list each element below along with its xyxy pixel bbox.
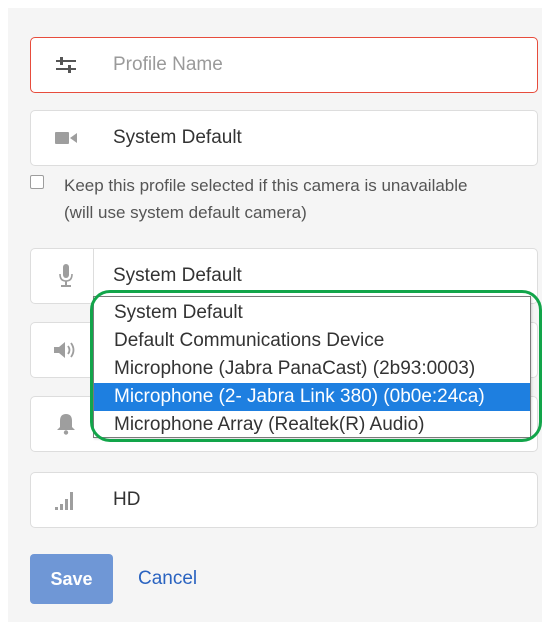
keep-profile-label: Keep this profile selected if this camer… bbox=[64, 172, 468, 226]
keep-profile-label-line2: (will use system default camera) bbox=[64, 203, 307, 222]
sliders-icon bbox=[53, 53, 79, 77]
bell-icon bbox=[53, 412, 79, 436]
microphone-value: System Default bbox=[113, 265, 242, 286]
microphone-option-jabra-panacast[interactable]: Microphone (Jabra PanaCast) (2b93:0003) bbox=[94, 355, 530, 383]
cancel-link[interactable]: Cancel bbox=[138, 554, 197, 604]
microphone-option-realtek-array[interactable]: Microphone Array (Realtek(R) Audio) bbox=[94, 411, 530, 439]
profile-name-placeholder: Profile Name bbox=[113, 54, 223, 75]
save-button[interactable]: Save bbox=[30, 554, 113, 604]
video-quality-value: HD bbox=[113, 489, 141, 510]
keep-profile-checkbox[interactable] bbox=[30, 175, 44, 189]
camera-select[interactable]: System Default bbox=[30, 110, 538, 166]
profile-name-field[interactable]: Profile Name bbox=[30, 37, 538, 93]
speaker-icon bbox=[53, 338, 79, 362]
microphone-dropdown-list: System Default Default Communications De… bbox=[93, 296, 531, 438]
video-quality-select[interactable]: HD bbox=[30, 472, 538, 528]
camera-value: System Default bbox=[113, 127, 242, 148]
video-camera-icon bbox=[53, 126, 79, 150]
microphone-option-system-default[interactable]: System Default bbox=[94, 299, 530, 327]
keep-profile-label-line1: Keep this profile selected if this camer… bbox=[64, 176, 468, 195]
microphone-icon bbox=[53, 264, 79, 288]
microphone-option-default-communications[interactable]: Default Communications Device bbox=[94, 327, 530, 355]
signal-bars-icon bbox=[53, 488, 79, 512]
microphone-option-jabra-link-380[interactable]: Microphone (2- Jabra Link 380) (0b0e:24c… bbox=[94, 383, 530, 411]
